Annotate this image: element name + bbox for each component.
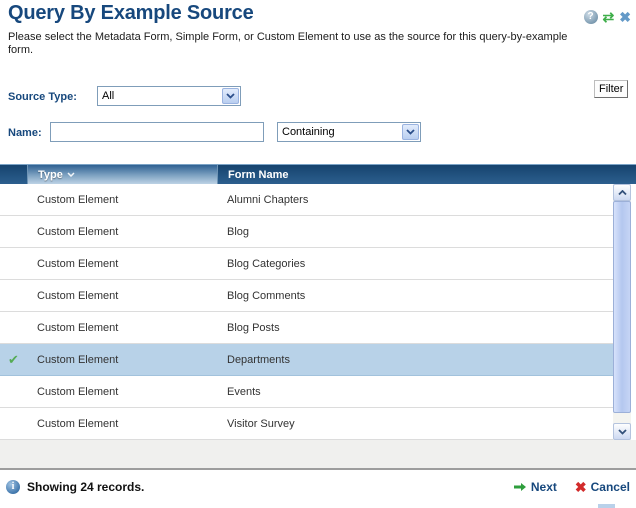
column-header-form-name-label: Form Name xyxy=(228,169,289,181)
name-label: Name: xyxy=(8,127,42,139)
table-row[interactable]: ✔ Custom Element Departments xyxy=(0,344,613,376)
table-row[interactable]: Custom Element Visitor Survey xyxy=(0,408,613,440)
form-name-cell: Blog xyxy=(217,226,613,238)
status-text: Showing 24 records. xyxy=(27,480,144,494)
footer-actions: Next ✖ Cancel xyxy=(513,480,630,494)
cancel-button-label: Cancel xyxy=(591,480,630,494)
match-type-value: Containing xyxy=(278,126,401,138)
column-header-form-name[interactable]: Form Name xyxy=(217,165,636,184)
scroll-up-icon[interactable] xyxy=(613,184,631,201)
page-description: Please select the Metadata Form, Simple … xyxy=(8,31,582,57)
table-row[interactable]: Custom Element Blog Comments xyxy=(0,280,613,312)
name-input[interactable] xyxy=(50,122,264,142)
window-controls: ? ⇄ ✖ xyxy=(584,10,631,24)
table-row[interactable]: Custom Element Events xyxy=(0,376,613,408)
table-header: Type Form Name xyxy=(0,164,636,184)
source-type-select[interactable]: All xyxy=(97,86,241,106)
type-cell: Custom Element xyxy=(27,258,217,270)
source-type-value: All xyxy=(98,90,221,102)
next-button-label: Next xyxy=(531,480,557,494)
form-name-cell: Visitor Survey xyxy=(217,418,613,430)
cancel-x-icon: ✖ xyxy=(575,480,587,494)
form-name-cell: Blog Posts xyxy=(217,322,613,334)
selection-cell: ✔ xyxy=(0,352,27,368)
record-count-status: i Showing 24 records. xyxy=(6,480,144,494)
page-title: Query By Example Source xyxy=(8,2,254,25)
type-cell: Custom Element xyxy=(27,386,217,398)
cancel-button[interactable]: ✖ Cancel xyxy=(575,480,630,494)
type-cell: Custom Element xyxy=(27,194,217,206)
footer: i Showing 24 records. Next ✖ Cancel xyxy=(0,472,636,508)
selection-column-header xyxy=(0,165,27,184)
chevron-down-icon[interactable] xyxy=(222,88,239,104)
source-type-label: Source Type: xyxy=(8,91,77,103)
chevron-down-icon[interactable] xyxy=(402,124,419,140)
form-list: Custom Element Alumni Chapters Custom El… xyxy=(0,184,613,440)
column-header-type[interactable]: Type xyxy=(27,165,217,184)
type-cell: Custom Element xyxy=(27,322,217,334)
table-row[interactable]: Custom Element Blog xyxy=(0,216,613,248)
type-cell: Custom Element xyxy=(27,418,217,430)
type-cell: Custom Element xyxy=(27,226,217,238)
table-row[interactable]: Custom Element Blog Posts xyxy=(0,312,613,344)
refresh-icon[interactable]: ⇄ xyxy=(603,10,615,24)
table-row[interactable]: Custom Element Blog Categories xyxy=(0,248,613,280)
scroll-down-icon[interactable] xyxy=(613,423,631,440)
form-name-cell: Alumni Chapters xyxy=(217,194,613,206)
type-cell: Custom Element xyxy=(27,354,217,366)
form-name-cell: Departments xyxy=(217,354,613,366)
next-arrow-icon xyxy=(513,482,527,492)
form-name-cell: Blog Categories xyxy=(217,258,613,270)
form-name-cell: Events xyxy=(217,386,613,398)
list-footer-strip xyxy=(0,440,636,470)
match-type-select[interactable]: Containing xyxy=(277,122,421,142)
list-scrollbar[interactable] xyxy=(613,184,631,440)
type-cell: Custom Element xyxy=(27,290,217,302)
close-icon[interactable]: ✖ xyxy=(619,10,631,24)
help-icon[interactable]: ? xyxy=(584,10,598,24)
next-button[interactable]: Next xyxy=(513,480,557,494)
column-header-type-label: Type xyxy=(38,169,63,181)
sort-desc-icon xyxy=(67,172,75,177)
info-icon: i xyxy=(6,480,20,494)
form-name-cell: Blog Comments xyxy=(217,290,613,302)
selected-check-icon: ✔ xyxy=(8,352,19,367)
table-row[interactable]: Custom Element Alumni Chapters xyxy=(0,184,613,216)
resize-corner-mark xyxy=(598,504,615,508)
filter-button[interactable]: Filter xyxy=(594,80,628,98)
scrollbar-thumb[interactable] xyxy=(613,201,631,413)
